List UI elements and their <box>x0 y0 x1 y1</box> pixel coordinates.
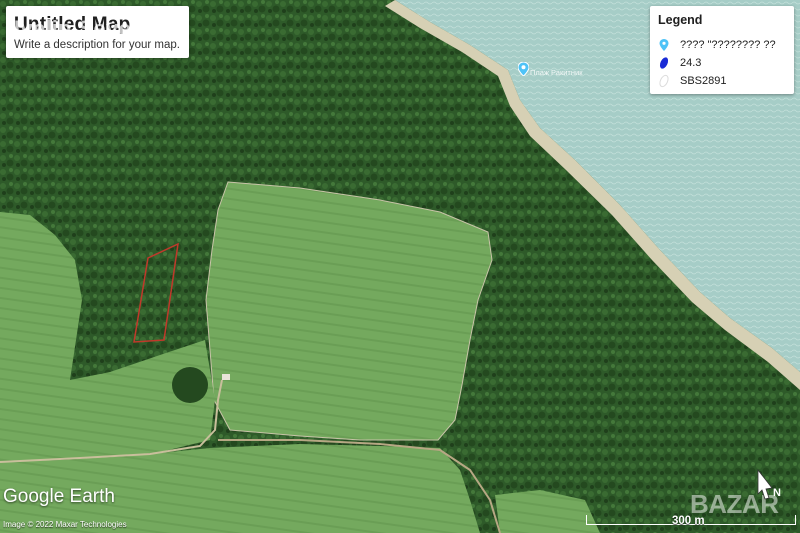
legend-item[interactable]: ???? "???????? ?? <box>658 37 776 53</box>
legend-panel: Legend ???? "???????? ?? 24.3 SBS2891 <box>650 6 794 94</box>
legend-item-label: 24.3 <box>680 57 702 69</box>
tree-clump <box>172 367 208 403</box>
empty-polygon-icon <box>659 74 669 88</box>
compass-label: N <box>773 487 781 499</box>
field-central[interactable] <box>205 181 493 441</box>
polygon-icon <box>659 57 669 69</box>
place-label: Плаж Ракитник <box>530 68 583 77</box>
legend-item[interactable]: SBS2891 <box>658 73 726 89</box>
compass-icon[interactable]: N <box>755 468 785 500</box>
google-earth-logo: Google Earth <box>3 486 115 507</box>
imagery-copyright: Image © 2022 Maxar Technologies <box>3 520 127 529</box>
legend-item-label: SBS2891 <box>680 75 727 87</box>
scale-label: 300 m <box>672 515 705 527</box>
building <box>222 374 230 380</box>
watermark-text: Ivelin Severus <box>14 16 167 41</box>
legend-item-label: ???? "???????? ?? <box>680 39 776 51</box>
placemark-pin-icon <box>659 39 669 51</box>
placemark-pin-icon[interactable] <box>518 62 529 76</box>
legend-item[interactable]: 24.3 <box>658 55 701 71</box>
legend-title: Legend <box>658 13 703 27</box>
